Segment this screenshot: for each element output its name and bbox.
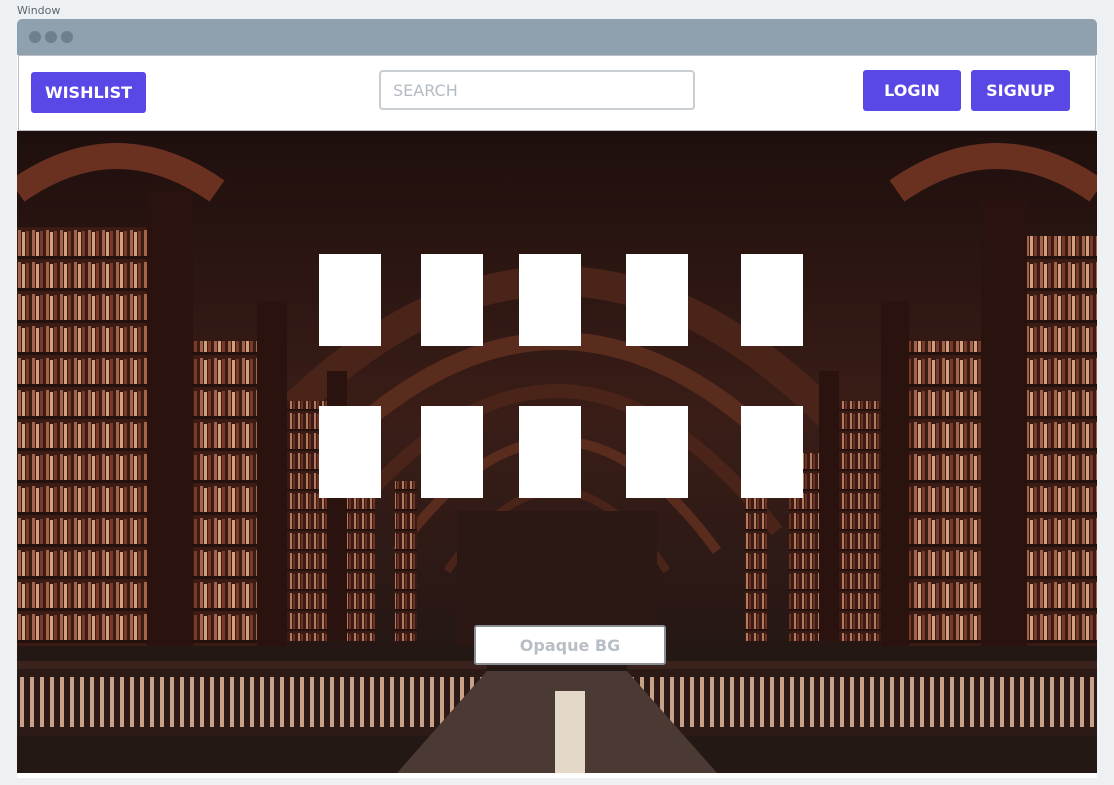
book-tile[interactable] bbox=[319, 254, 381, 346]
app-window: WISHLIST LOGIN SIGNUP bbox=[17, 19, 1097, 778]
book-tile[interactable] bbox=[626, 254, 688, 346]
book-tile[interactable] bbox=[519, 254, 581, 346]
book-tile[interactable] bbox=[421, 406, 483, 498]
window-minimize-dot[interactable] bbox=[45, 31, 57, 43]
search-input[interactable] bbox=[379, 70, 695, 110]
wishlist-button[interactable]: WISHLIST bbox=[31, 72, 146, 113]
footer-strip bbox=[17, 773, 1097, 778]
book-tile[interactable] bbox=[741, 406, 803, 498]
window-close-dot[interactable] bbox=[29, 31, 41, 43]
book-tile[interactable] bbox=[626, 406, 688, 498]
window-maximize-dot[interactable] bbox=[61, 31, 73, 43]
signup-button[interactable]: SIGNUP bbox=[971, 70, 1070, 111]
window-titlebar[interactable] bbox=[17, 19, 1097, 55]
book-tile[interactable] bbox=[519, 406, 581, 498]
login-button[interactable]: LOGIN bbox=[863, 70, 961, 111]
opaque-bg-button[interactable]: Opaque BG bbox=[474, 625, 666, 665]
book-tile[interactable] bbox=[319, 406, 381, 498]
book-tile[interactable] bbox=[741, 254, 803, 346]
book-tile[interactable] bbox=[421, 254, 483, 346]
top-navbar: WISHLIST LOGIN SIGNUP bbox=[18, 55, 1096, 131]
hero-library-background: Opaque BG bbox=[17, 131, 1097, 773]
window-caption: Window bbox=[17, 4, 61, 17]
